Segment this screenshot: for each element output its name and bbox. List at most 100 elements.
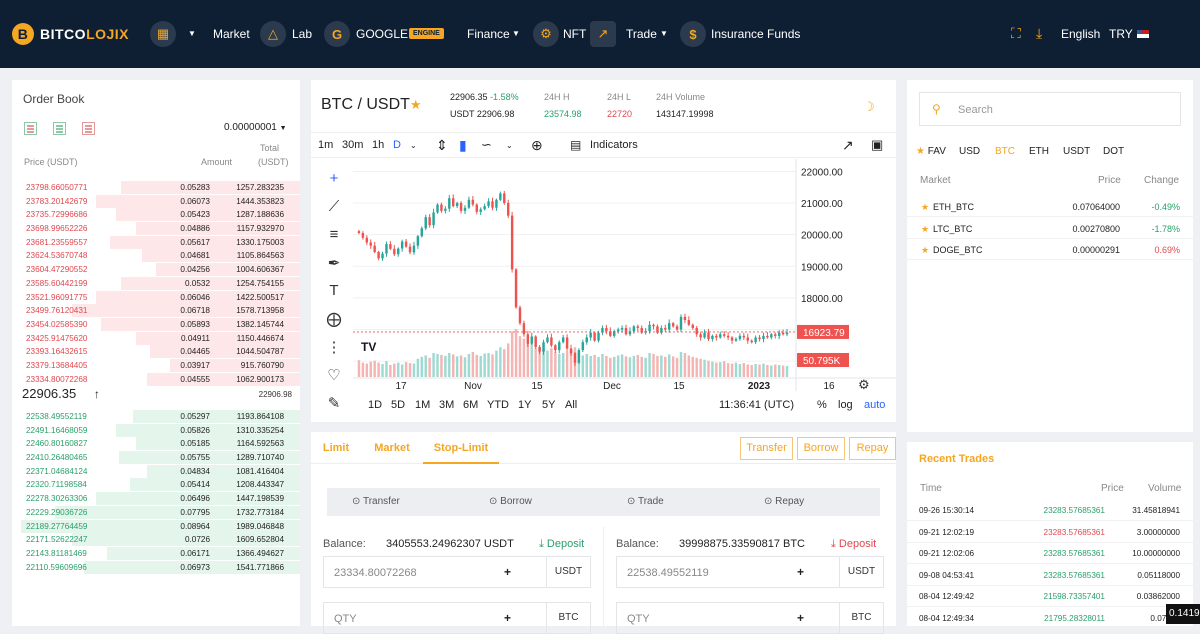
ask-row[interactable]: 23698.99652226 0.04886 1157.932970 <box>12 222 300 236</box>
download-icon[interactable]: ⤓ <box>1036 25 1042 42</box>
nav-market[interactable]: Market <box>213 27 250 41</box>
step-repay[interactable]: ⊙ Repay <box>764 496 804 507</box>
tab-market[interactable]: Market <box>363 432 421 464</box>
range-6m[interactable]: 6M <box>463 399 478 411</box>
trade-icon[interactable]: ↗ <box>590 21 616 47</box>
buy-price-plus[interactable]: + <box>504 565 511 579</box>
bid-row[interactable]: 22189.27764459 0.08964 1989.046848 <box>12 519 300 534</box>
language-selector[interactable]: English <box>1061 27 1100 41</box>
bid-row[interactable]: 22229.29036726 0.07795 1732.773184 <box>12 505 300 520</box>
logo[interactable]: B BITCO LOJIX <box>12 23 129 45</box>
text-icon[interactable]: T <box>319 282 349 310</box>
trendline-icon[interactable]: ⟋ <box>319 198 349 226</box>
market-tab-usd[interactable]: USD <box>959 146 980 157</box>
log-toggle[interactable]: log <box>838 399 853 411</box>
ask-row[interactable]: 23798.66050771 0.05283 1257.283235 <box>12 181 300 195</box>
pattern-icon[interactable]: ⨁ <box>319 310 349 338</box>
range-3m[interactable]: 3M <box>439 399 454 411</box>
add-indicator-icon[interactable]: ⊕ <box>531 137 543 154</box>
precision-select[interactable]: 0.00000001 ▼ <box>224 122 287 133</box>
market-tab-dot[interactable]: DOT <box>1103 146 1124 157</box>
bid-row[interactable]: 22278.30263306 0.06496 1447.198539 <box>12 492 300 506</box>
market-tab-eth[interactable]: ETH <box>1029 146 1049 157</box>
grid-menu-icon[interactable]: ▦ <box>150 21 176 47</box>
asks-view-icon[interactable] <box>82 122 95 135</box>
market-tab-usdt[interactable]: USDT <box>1063 146 1090 157</box>
camera-icon[interactable]: ▣ <box>871 137 883 153</box>
bid-row[interactable]: 22171.52622247 0.0726 1609.652804 <box>12 533 300 547</box>
tab-stop-limit[interactable]: Stop-Limit <box>423 432 499 464</box>
market-tab-btc[interactable]: BTC <box>995 146 1015 157</box>
percent-toggle[interactable]: % <box>817 399 827 411</box>
sell-qty-plus[interactable]: + <box>797 611 804 625</box>
tab-limit[interactable]: Limit <box>311 432 361 464</box>
ask-row[interactable]: 23604.47290552 0.04256 1004.606367 <box>12 263 300 277</box>
interval-d[interactable]: D <box>393 139 401 151</box>
price-chart[interactable]: 22000.00 21000.00 20000.00 19000.00 18000.00… <box>353 159 896 391</box>
nav-insurance-funds[interactable]: Insurance Funds <box>711 27 800 41</box>
crosshair-icon[interactable]: + <box>319 170 349 198</box>
market-search[interactable]: ⚲ Search <box>919 92 1181 126</box>
range-1y[interactable]: 1Y <box>518 399 531 411</box>
sell-price-plus[interactable]: + <box>797 565 804 579</box>
nav-lab[interactable]: Lab <box>292 27 312 41</box>
star-icon[interactable]: ★ <box>921 202 929 213</box>
sell-qty-input[interactable]: QTY + BTC <box>616 602 884 634</box>
bid-row[interactable]: 22410.26480465 0.05755 1289.710740 <box>12 451 300 465</box>
market-tab-fav[interactable]: ★ FAV <box>916 146 946 157</box>
market-row[interactable]: ★ DOGE_BTC 0.00000291 0.69% <box>907 239 1193 260</box>
bid-row[interactable]: 22143.81181469 0.06171 1366.494627 <box>12 546 300 561</box>
market-row[interactable]: ★ ETH_BTC 0.07064000 -0.49% <box>907 196 1193 217</box>
chevron-down-icon[interactable]: ⌄ <box>506 141 513 150</box>
ask-row[interactable]: 23735.72996686 0.05423 1287.188636 <box>12 208 300 222</box>
theme-moon-icon[interactable]: ☽ <box>863 99 875 115</box>
nav-finance[interactable]: Finance <box>467 27 510 41</box>
share-icon[interactable]: ↗ <box>842 137 854 154</box>
ask-row[interactable]: 23425.91475620 0.04911 1150.446674 <box>12 331 300 346</box>
candle-style-icon[interactable]: ▮ <box>459 137 467 154</box>
currency-selector[interactable]: TRY <box>1109 27 1149 41</box>
horizontal-lines-icon[interactable]: ≡ <box>319 226 349 254</box>
nav-nft[interactable]: NFT <box>563 27 586 41</box>
chevron-down-icon[interactable]: ⌄ <box>410 141 417 150</box>
both-sides-view-icon[interactable] <box>24 122 37 135</box>
borrow-button[interactable]: Borrow <box>797 437 845 460</box>
ask-row[interactable]: 23521.96091775 0.06046 1422.500517 <box>12 290 300 305</box>
chevron-down-icon[interactable]: ▼ <box>512 29 520 38</box>
nft-gear-icon[interactable]: ⚙ <box>533 21 559 47</box>
range-5y[interactable]: 5Y <box>542 399 555 411</box>
bid-row[interactable]: 22460.80160827 0.05185 1164.592563 <box>12 437 300 451</box>
ask-row[interactable]: 23624.53670748 0.04681 1105.864563 <box>12 249 300 263</box>
ask-row[interactable]: 23681.23559557 0.05617 1330.175003 <box>12 235 300 250</box>
lab-flask-icon[interactable]: △ <box>260 21 286 47</box>
range-5d[interactable]: 5D <box>391 399 405 411</box>
range-1m[interactable]: 1M <box>415 399 430 411</box>
bid-row[interactable]: 22538.49552119 0.05297 1193.864108 <box>12 410 300 424</box>
nav-trade[interactable]: Trade <box>626 27 657 41</box>
bar-style-icon[interactable]: ⇕ <box>436 137 448 154</box>
buy-price-input[interactable]: 23334.80072268 + USDT <box>323 556 591 588</box>
ask-row[interactable]: 23783.20142679 0.06073 1444.353823 <box>12 194 300 209</box>
step-trade[interactable]: ⊙ Trade <box>627 496 664 507</box>
step-transfer[interactable]: ⊙ Transfer <box>352 496 400 507</box>
auto-toggle[interactable]: auto <box>864 399 885 411</box>
chevron-down-icon[interactable]: ▼ <box>660 29 668 38</box>
favorite-star-icon[interactable]: ★ <box>410 97 422 112</box>
bid-row[interactable]: 22320.71198584 0.05414 1208.443347 <box>12 478 300 492</box>
ask-row[interactable]: 23393.16432615 0.04465 1044.504787 <box>12 345 300 359</box>
ask-row[interactable]: 23585.60442199 0.0532 1254.754155 <box>12 276 300 291</box>
area-style-icon[interactable]: ∽ <box>481 137 492 153</box>
indicators-button[interactable]: Indicators <box>590 139 638 151</box>
buy-qty-input[interactable]: QTY + BTC <box>323 602 591 634</box>
bid-row[interactable]: 22110.59609696 0.06973 1541.771866 <box>12 560 300 575</box>
range-all[interactable]: All <box>565 399 577 411</box>
ask-row[interactable]: 23454.02585390 0.05893 1382.145744 <box>12 317 300 332</box>
fullscreen-icon[interactable]: ⛶ <box>1011 25 1021 42</box>
transfer-button[interactable]: Transfer <box>740 437 793 460</box>
chevron-down-icon[interactable]: ▼ <box>188 29 196 38</box>
brush-icon[interactable]: ✒ <box>319 254 349 282</box>
buy-deposit-link[interactable]: ⤓ Deposit <box>539 538 584 551</box>
bid-row[interactable]: 22491.16468059 0.05826 1310.335254 <box>12 423 300 438</box>
market-row[interactable]: ★ LTC_BTC 0.00270800 -1.78% <box>907 218 1193 239</box>
buy-qty-plus[interactable]: + <box>504 611 511 625</box>
